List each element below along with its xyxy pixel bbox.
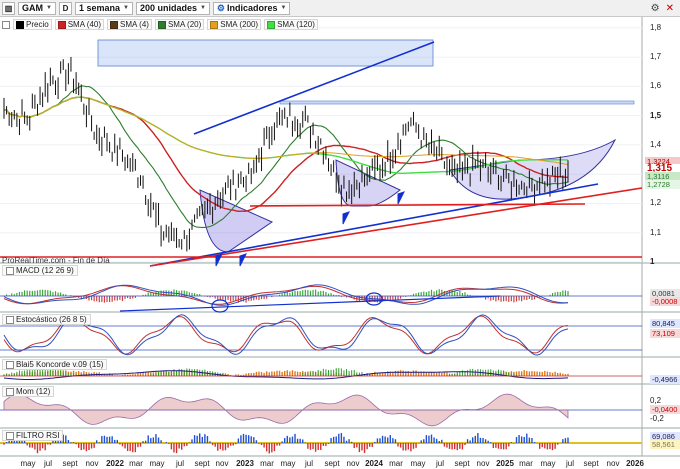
legend-price-label: Precio (26, 20, 49, 29)
macd-trend-line (119, 295, 501, 312)
price-swatch-icon (16, 20, 24, 29)
time-axis-label: 2023 (236, 459, 254, 468)
time-axis-label: nov (476, 459, 490, 468)
indicator-checkbox[interactable] (6, 266, 14, 275)
price-axis-tick: 1,2 (650, 198, 662, 208)
indicator-checkbox[interactable] (6, 387, 14, 396)
indicator-title-mom[interactable]: Mom (12) (2, 386, 55, 397)
indicator-value-tag: -0,0400 (650, 405, 680, 414)
sma-swatch-icon (157, 20, 166, 29)
time-axis-label: mar (260, 459, 274, 468)
time-axis-label: mar (519, 459, 533, 468)
time-axis-label: nov (346, 459, 360, 468)
sma-swatch-icon (210, 20, 219, 29)
legend-sma-label: SMA (4) (120, 20, 149, 29)
time-axis-label: jul (304, 459, 314, 468)
chart-window: ▥ GAM ▼ D 1 semana ▼ 200 unidades ▼ ⚙ Indica… (0, 0, 680, 469)
price-axis-tick: 1,5 (650, 110, 662, 120)
indicator-title-label: MACD (12 26 9) (16, 266, 74, 275)
indicator-title-stoch[interactable]: Estocástico (26 8 5) (2, 314, 91, 325)
highlight-zone (279, 100, 635, 105)
time-axis-label: 2025 (496, 459, 514, 468)
time-axis-label: nov (85, 459, 99, 468)
price-tag: 1,2728 (645, 180, 680, 189)
legend-sma-0[interactable]: SMA (40) (54, 19, 105, 30)
indicator-checkbox[interactable] (6, 315, 14, 324)
time-axis-label: may (540, 459, 556, 468)
legend-sma-1[interactable]: SMA (4) (107, 19, 152, 30)
price-axis-tick: 1,6 (650, 81, 662, 91)
indicator-title-label: Mom (12) (16, 387, 51, 396)
indicator-axis-tick: -0,2 (650, 414, 664, 423)
sma-swatch-icon (57, 20, 66, 29)
chart-canvas (0, 17, 680, 457)
time-axis-label: 2026 (626, 459, 644, 468)
indicator-title-rsi[interactable]: FILTRO RSI (2, 430, 64, 441)
indicator-value-tag: 73,109 (650, 329, 680, 338)
price-axis-tick: 1 (650, 257, 655, 266)
price-axis-tick: 1,8 (650, 22, 662, 32)
sma-swatch-icon (110, 20, 119, 29)
sma-legend-list: SMA (40) SMA (4) SMA (20) SMA (200) SMA (120… (54, 19, 318, 30)
legend-sma-3[interactable]: SMA (200) (207, 19, 262, 30)
time-axis-label: may (410, 459, 426, 468)
legend-sma-label: SMA (120) (277, 20, 315, 29)
time-axis-label: 2024 (365, 459, 383, 468)
time-axis-label: sept (454, 459, 470, 468)
legend-sma-label: SMA (200) (220, 20, 259, 29)
data-source-label: ProRealTime.com - Fin de Día (2, 256, 110, 265)
time-axis-label: may (20, 459, 36, 468)
time-axis-label: jul (175, 459, 185, 468)
indicator-value-tag: 80,845 (650, 319, 680, 328)
indicator-title-label: Blai5 Koncorde v.09 (15) (16, 360, 104, 369)
indicator-checkbox[interactable] (6, 431, 14, 440)
legend-sma-4[interactable]: SMA (120) (264, 19, 318, 30)
legend-checkbox[interactable] (2, 20, 10, 29)
time-axis-label: mar (389, 459, 403, 468)
indicator-axis-tick: 0,2 (650, 396, 662, 405)
macd-signal-line (3, 285, 569, 305)
indicator-checkbox[interactable] (6, 360, 14, 369)
indicator-value-tag: -0,0008 (650, 297, 680, 306)
indicator-value-tag: 58,561 (650, 440, 680, 449)
indicator-title-blai5[interactable]: Blai5 Koncorde v.09 (15) (2, 359, 108, 370)
price-axis-tick: 1,4 (650, 139, 662, 149)
time-axis-label: nov (215, 459, 229, 468)
sma-swatch-icon (267, 20, 276, 29)
indicator-title-macd[interactable]: MACD (12 26 9) (2, 265, 78, 276)
indicator-title-label: Estocástico (26 8 5) (16, 315, 87, 324)
time-axis-label: sept (583, 459, 599, 468)
indicator-title-label: FILTRO RSI (16, 431, 60, 440)
time-axis-label: mar (129, 459, 143, 468)
time-axis-label: sept (62, 459, 78, 468)
time-axis-label: jul (565, 459, 575, 468)
time-axis-label: sept (324, 459, 340, 468)
time-axis-label: may (149, 459, 165, 468)
time-axis-label: 2022 (106, 459, 124, 468)
price-axis-tick: 1,7 (650, 52, 662, 62)
time-axis-label: may (280, 459, 296, 468)
time-axis-label: nov (606, 459, 620, 468)
legend-sma-label: SMA (20) (167, 20, 202, 29)
legend-sma-label: SMA (40) (67, 20, 102, 29)
time-axis-label: sept (194, 459, 210, 468)
price-legend: Precio SMA (40) SMA (4) SMA (20) SMA (200) S… (2, 19, 318, 30)
legend-price[interactable]: Precio (13, 19, 52, 30)
time-axis-label: jul (435, 459, 445, 468)
time-axis-label: jul (43, 459, 53, 468)
price-axis-tick: 1,1 (650, 227, 662, 237)
legend-sma-2[interactable]: SMA (20) (154, 19, 205, 30)
macd-highlight-circle (211, 299, 229, 313)
indicator-value-tag: -0,4966 (650, 375, 680, 384)
mom-area (3, 393, 569, 427)
macd-line (3, 284, 569, 306)
